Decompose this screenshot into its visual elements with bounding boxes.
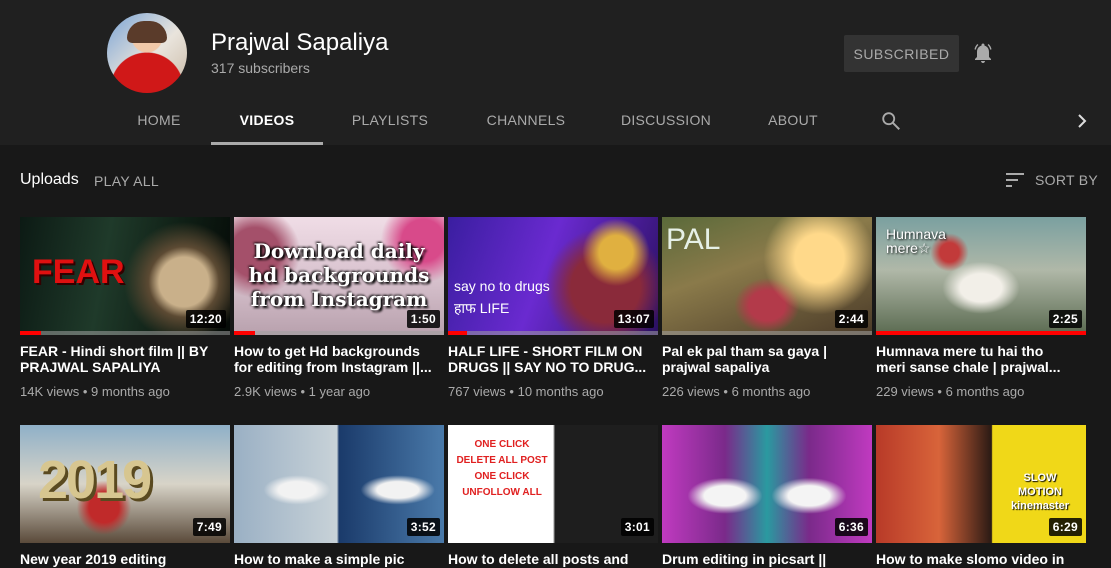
view-count: 14K views	[20, 384, 80, 399]
video-title[interactable]: Pal ek pal tham sa gaya | prajwal sapali…	[662, 343, 862, 375]
chevron-right-icon[interactable]	[1072, 110, 1092, 132]
upload-age: 6 months ago	[945, 384, 1025, 399]
bell-icon[interactable]	[971, 41, 995, 65]
watch-progress	[234, 331, 444, 335]
video-duration: 6:36	[834, 518, 868, 536]
channel-tabs: HOME VIDEOS PLAYLISTS CHANNELS DISCUSSIO…	[0, 96, 1111, 145]
watch-progress	[448, 331, 658, 335]
progress-fill	[20, 331, 41, 335]
view-count: 229 views	[876, 384, 934, 399]
video-duration: 1:50	[406, 310, 440, 328]
video-duration: 13:07	[613, 310, 654, 328]
thumbnail-text: say no to drugs हाफ LIFE	[454, 278, 550, 316]
video-meta: 229 views • 6 months ago	[876, 384, 1025, 399]
upload-age: 9 months ago	[91, 384, 170, 399]
video-title[interactable]: How to get Hd backgrounds for editing fr…	[234, 343, 434, 375]
video-title[interactable]: New year 2019 editing	[20, 551, 220, 567]
thumbnail-text: Download daily hd backgrounds from Insta…	[248, 239, 430, 311]
video-title[interactable]: How to delete all posts and	[448, 551, 648, 567]
thumbnail-text: PAL	[666, 223, 721, 256]
subscriber-count: 317 subscribers	[211, 60, 310, 76]
video-duration: 2:25	[1048, 310, 1082, 328]
video-thumbnail[interactable]: 3:52	[234, 425, 444, 543]
sort-icon	[1006, 173, 1024, 187]
play-all-button[interactable]: PLAY ALL	[94, 173, 159, 189]
video-thumbnail[interactable]: PAL 2:44	[662, 217, 872, 335]
video-duration: 3:01	[620, 518, 654, 536]
video-meta: 226 views • 6 months ago	[662, 384, 811, 399]
channel-avatar[interactable]	[107, 13, 187, 93]
progress-fill	[448, 331, 467, 335]
video-thumbnail[interactable]: Humnava mere☆ 2:25	[876, 217, 1086, 335]
thumbnail-text: FEAR	[32, 253, 125, 291]
upload-age: 1 year ago	[308, 384, 371, 399]
sort-by-button[interactable]: SORT BY	[1004, 170, 1098, 190]
video-title[interactable]: How to make slomo video in	[876, 551, 1076, 567]
section-title: Uploads	[20, 171, 79, 188]
tab-home[interactable]: HOME	[124, 96, 194, 145]
search-icon[interactable]	[880, 110, 902, 132]
video-meta: 767 views • 10 months ago	[448, 384, 604, 399]
subscribed-button[interactable]: SUBSCRIBED	[844, 35, 959, 72]
video-thumbnail[interactable]: Download daily hd backgrounds from Insta…	[234, 217, 444, 335]
view-count: 767 views	[448, 384, 506, 399]
thumbnail-text: 2019	[38, 450, 152, 510]
tab-videos[interactable]: VIDEOS	[211, 96, 323, 145]
video-meta: 2.9K views • 1 year ago	[234, 384, 371, 399]
upload-age: 6 months ago	[731, 384, 811, 399]
watch-progress	[20, 331, 230, 335]
video-title[interactable]: FEAR - Hindi short film || BY PRAJWAL SA…	[20, 343, 220, 375]
tab-discussion[interactable]: DISCUSSION	[612, 96, 720, 145]
view-count: 226 views	[662, 384, 720, 399]
sort-by-label: SORT BY	[1035, 172, 1099, 188]
video-thumbnail[interactable]: say no to drugs हाफ LIFE 13:07	[448, 217, 658, 335]
video-thumbnail[interactable]: 6:36	[662, 425, 872, 543]
channel-name: Prajwal Sapaliya	[211, 29, 389, 56]
video-duration: 3:52	[406, 518, 440, 536]
video-meta: 14K views • 9 months ago	[20, 384, 170, 399]
thumbnail-text: SLOW MOTION kinemaster	[1010, 472, 1070, 512]
video-thumbnail[interactable]: 2019 7:49	[20, 425, 230, 543]
upload-age: 10 months ago	[517, 384, 604, 399]
view-count: 2.9K views	[234, 384, 297, 399]
video-duration: 7:49	[192, 518, 226, 536]
video-thumbnail[interactable]: FEAR 12:20	[20, 217, 230, 335]
tab-playlists[interactable]: PLAYLISTS	[340, 96, 440, 145]
tab-channels[interactable]: CHANNELS	[476, 96, 576, 145]
thumbnail-text: ONE CLICK DELETE ALL POST ONE CLICK UNFO…	[456, 439, 548, 498]
video-thumbnail[interactable]: SLOW MOTION kinemaster 6:29	[876, 425, 1086, 543]
video-duration: 2:44	[834, 310, 868, 328]
watch-progress	[876, 331, 1086, 335]
progress-fill	[234, 331, 255, 335]
video-title[interactable]: HALF LIFE - SHORT FILM ON DRUGS || SAY N…	[448, 343, 648, 375]
progress-fill	[876, 331, 1086, 335]
thumbnail-text: Humnava mere☆	[886, 226, 946, 256]
video-title[interactable]: Drum editing in picsart ||	[662, 551, 862, 567]
video-thumbnail[interactable]: ONE CLICK DELETE ALL POST ONE CLICK UNFO…	[448, 425, 658, 543]
video-duration: 12:20	[185, 310, 226, 328]
video-title[interactable]: Humnava mere tu hai tho meri sanse chale…	[876, 343, 1076, 375]
tab-about[interactable]: ABOUT	[758, 96, 828, 145]
watch-progress	[662, 331, 872, 335]
avatar-hair	[127, 21, 167, 43]
video-title[interactable]: How to make a simple pic	[234, 551, 434, 567]
video-duration: 6:29	[1048, 518, 1082, 536]
